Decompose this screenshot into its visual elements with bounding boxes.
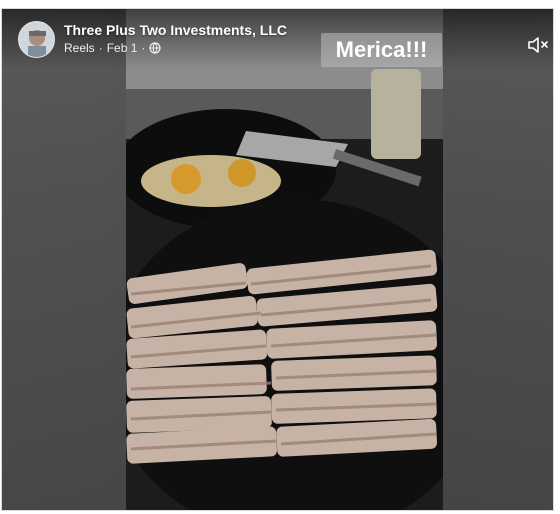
post-date-link[interactable]: Feb 1: [107, 41, 138, 55]
page-avatar[interactable]: [18, 21, 55, 58]
meta-separator: ·: [98, 41, 103, 55]
video-still: [126, 9, 443, 510]
reel-player[interactable]: Three Plus Two Investments, LLC Reels · …: [1, 8, 554, 511]
meta-separator: ·: [141, 41, 146, 55]
video-text-overlay: Merica!!!: [321, 33, 442, 67]
post-header: [2, 9, 553, 69]
globe-icon: [149, 42, 161, 54]
muted-speaker-icon[interactable]: [526, 33, 550, 57]
blurred-side-panel-right: [441, 9, 553, 510]
blurred-side-panel-left: [2, 9, 126, 510]
post-meta: Reels · Feb 1 ·: [64, 41, 161, 55]
video-frame[interactable]: [126, 9, 443, 510]
page-name-link[interactable]: Three Plus Two Investments, LLC: [64, 22, 287, 38]
reels-link[interactable]: Reels: [64, 41, 95, 55]
